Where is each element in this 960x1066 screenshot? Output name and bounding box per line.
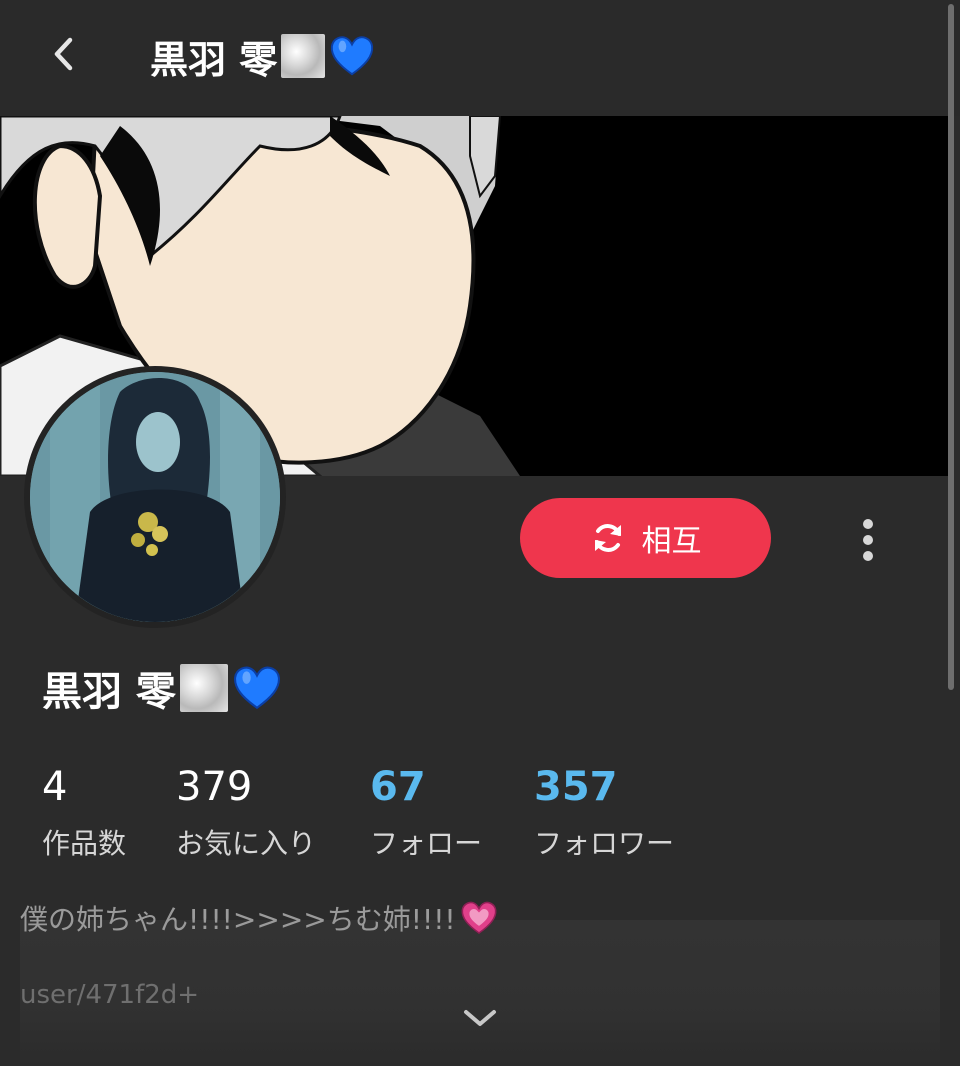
top-bar: 黒羽 零 (0, 0, 960, 116)
mutual-follow-label: 相互 (641, 524, 702, 559)
page-title: 黒羽 零 (150, 30, 375, 82)
more-vertical-icon-dot (863, 535, 873, 545)
profile-name: 黒羽 零 (42, 660, 282, 716)
blue-heart-icon (331, 36, 374, 76)
stat-works-value: 4 (42, 764, 68, 810)
chevron-down-icon (464, 1010, 496, 1026)
stat-favorites-value: 379 (176, 764, 253, 810)
stat-works[interactable]: 4 作品数 (42, 762, 126, 864)
growing-heart-icon (461, 901, 497, 935)
bio-text: 僕の姉ちゃん!!!!>>>>ちむ姉!!!! (20, 898, 498, 938)
stat-followers-label: フォロワー (534, 827, 675, 860)
profile-name-text: 黒羽 零 (42, 669, 176, 715)
page-title-text: 黒羽 零 (150, 37, 278, 82)
stat-following-value: 67 (370, 764, 426, 810)
back-button[interactable] (40, 30, 88, 78)
blue-heart-icon (234, 666, 280, 710)
stat-following[interactable]: 67 フォロー (370, 762, 482, 864)
bio-text-content: 僕の姉ちゃん!!!!>>>>ちむ姉!!!! (20, 903, 456, 936)
more-vertical-icon-dot (863, 519, 873, 529)
chevron-left-icon (54, 37, 73, 71)
stat-favorites-label: お気に入り (176, 827, 317, 860)
stat-following-label: フォロー (370, 827, 483, 860)
stat-favorites[interactable]: 379 お気に入り (176, 762, 316, 864)
mutual-follow-button[interactable]: 相互 (520, 498, 771, 578)
stat-followers[interactable]: 357 フォロワー (534, 762, 674, 864)
more-vertical-icon-dot (863, 551, 873, 561)
refresh-icon (594, 524, 621, 552)
avatar[interactable] (24, 366, 286, 628)
scrollbar[interactable] (948, 4, 954, 690)
blurred-emoji (179, 664, 228, 712)
expand-bio-button[interactable] (460, 998, 500, 1038)
bio-link[interactable]: user/471f2d+ (20, 980, 199, 1010)
avatar-image (30, 372, 280, 622)
stat-followers-value: 357 (534, 764, 618, 810)
more-options-button[interactable] (846, 512, 890, 568)
blurred-emoji (281, 34, 326, 78)
stat-works-label: 作品数 (42, 827, 127, 860)
